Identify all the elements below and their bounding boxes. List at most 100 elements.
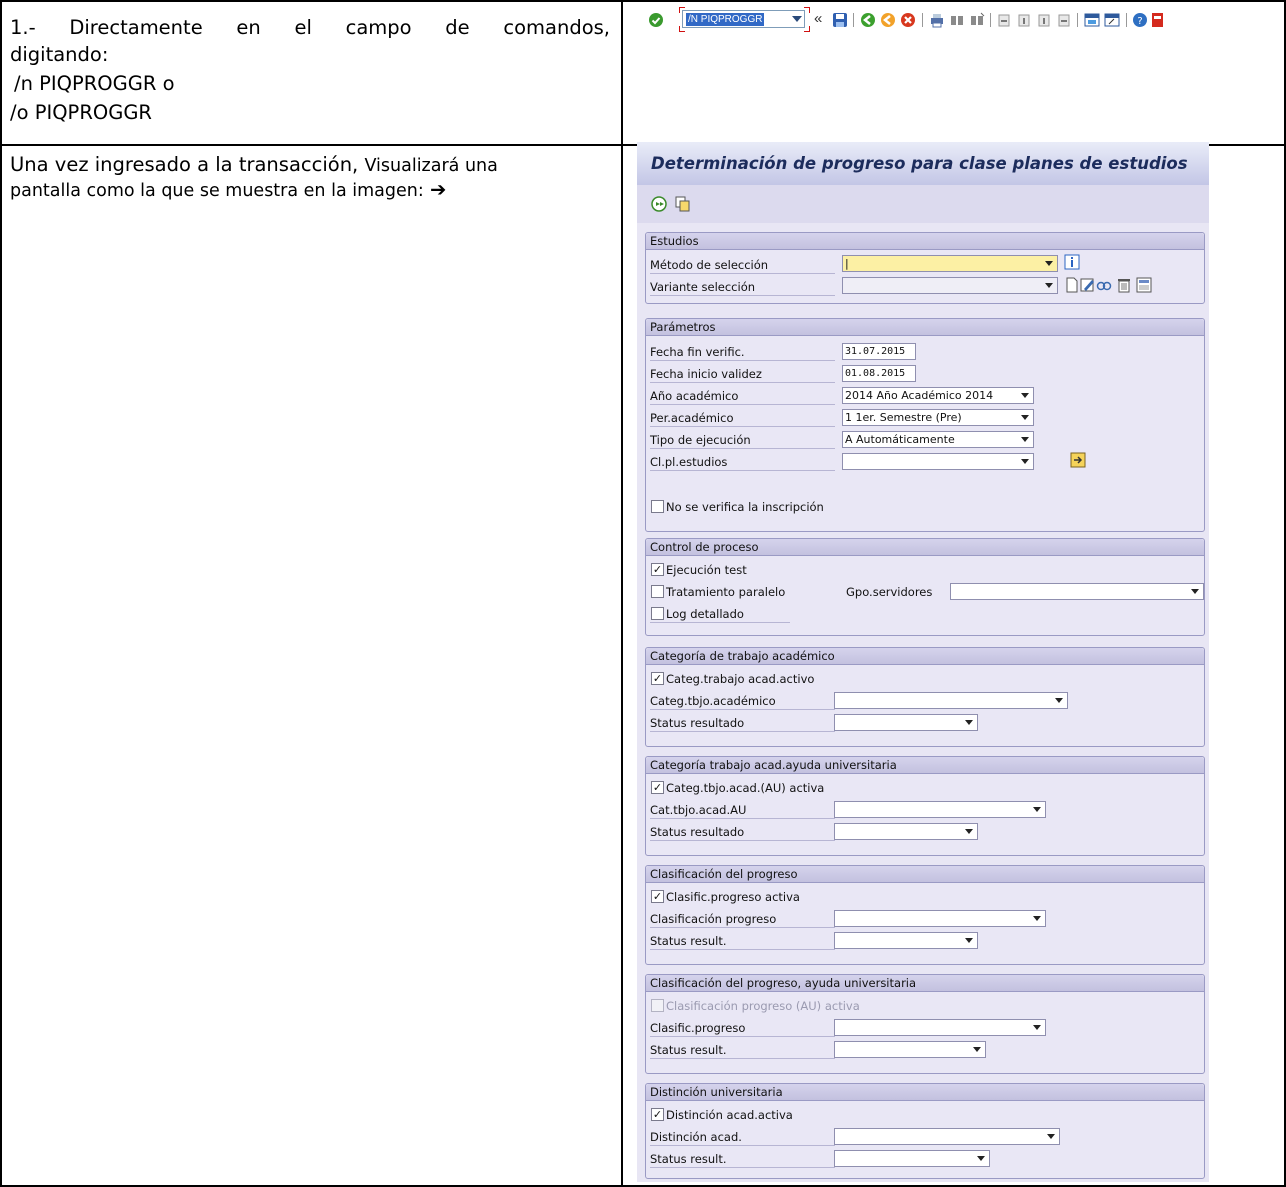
categ-tbjo-select[interactable] bbox=[834, 692, 1068, 709]
anio-academico-select[interactable]: 2014 Año Académico 2014 bbox=[842, 387, 1034, 404]
label-underline bbox=[650, 949, 835, 950]
anio-academico-label: Año académico bbox=[650, 389, 739, 403]
instruction-line-4: /o PIQPROGGR bbox=[10, 101, 152, 124]
new-session-icon[interactable] bbox=[1084, 12, 1100, 28]
change-icon[interactable] bbox=[1080, 277, 1096, 293]
categ-tbjo-label: Categ.tbjo.académico bbox=[650, 694, 776, 708]
status-resultado-au-label: Status resultado bbox=[650, 825, 745, 839]
group-clasificacion: Clasificación del progreso ✓ Clasific.pr… bbox=[645, 865, 1205, 965]
status-resultado-select[interactable] bbox=[834, 714, 978, 731]
group-title: Clasificación del progreso bbox=[646, 866, 1204, 883]
focus-corner-icon bbox=[804, 26, 810, 32]
command-field[interactable]: /N PIQPROGGR bbox=[682, 10, 805, 28]
first-page-icon[interactable] bbox=[996, 12, 1012, 28]
save-variant-icon[interactable] bbox=[1136, 277, 1152, 293]
clasific-au-activa-checkbox bbox=[651, 999, 664, 1012]
help-icon[interactable]: ? bbox=[1132, 12, 1148, 28]
status-result-dist-select[interactable] bbox=[834, 1150, 990, 1167]
ejecucion-test-checkbox[interactable]: ✓ bbox=[651, 563, 664, 576]
instruction-text-b: Visualizará una bbox=[364, 156, 498, 176]
status-result-label: Status result. bbox=[650, 934, 727, 948]
label-underline bbox=[650, 360, 835, 361]
cancel-icon[interactable] bbox=[900, 12, 916, 28]
toolbar-separator bbox=[853, 13, 854, 27]
per-academico-label: Per.académico bbox=[650, 411, 734, 425]
command-field-value: /N PIQPROGGR bbox=[686, 13, 765, 26]
more-icon[interactable]: « bbox=[814, 10, 822, 27]
fecha-inicio-input[interactable]: 01.08.2015 bbox=[842, 365, 916, 382]
instruction-text-a: Una vez ingresado a la transacción, bbox=[10, 153, 359, 176]
distincion-activa-checkbox[interactable]: ✓ bbox=[651, 1108, 664, 1121]
clasific-progreso-au-select[interactable] bbox=[834, 1019, 1046, 1036]
variante-seleccion-select[interactable] bbox=[842, 277, 1058, 294]
status-result-select[interactable] bbox=[834, 932, 978, 949]
screen-title: Determinación de progreso para clase pla… bbox=[651, 154, 1188, 173]
table-top-border bbox=[0, 0, 1286, 2]
log-detallado-checkbox[interactable] bbox=[651, 607, 664, 620]
variante-seleccion-label: Variante selección bbox=[650, 280, 756, 294]
distincion-acad-label: Distinción acad. bbox=[650, 1130, 742, 1144]
save-icon[interactable] bbox=[832, 12, 848, 28]
label-underline bbox=[650, 382, 835, 383]
categ-activo-checkbox[interactable]: ✓ bbox=[651, 672, 664, 685]
focus-corner-icon bbox=[804, 7, 810, 13]
prev-page-icon[interactable] bbox=[1016, 12, 1032, 28]
group-distincion: Distinción universitaria ✓ Distinción ac… bbox=[645, 1083, 1205, 1179]
right-arrow-icon: ➔ bbox=[429, 178, 447, 201]
enter-icon[interactable] bbox=[648, 12, 664, 28]
find-icon[interactable] bbox=[949, 12, 965, 28]
exit-icon[interactable] bbox=[880, 12, 896, 28]
print-icon[interactable] bbox=[929, 12, 945, 28]
sap-screen: Determinación de progreso para clase pla… bbox=[637, 142, 1209, 1182]
back-icon[interactable] bbox=[860, 12, 876, 28]
label-underline bbox=[650, 709, 835, 710]
fecha-fin-input[interactable]: 31.07.2015 bbox=[842, 343, 916, 360]
next-page-icon[interactable] bbox=[1036, 12, 1052, 28]
per-academico-select[interactable]: 1 1er. Semestre (Pre) bbox=[842, 409, 1034, 426]
label-underline bbox=[650, 840, 835, 841]
group-categoria-au: Categoría trabajo acad.ayuda universitar… bbox=[645, 756, 1205, 856]
multiple-selection-icon[interactable] bbox=[1070, 452, 1086, 468]
table-column-divider bbox=[621, 0, 623, 1187]
group-title: Categoría de trabajo académico bbox=[646, 648, 1204, 665]
label-underline bbox=[650, 295, 835, 296]
group-title: Distinción universitaria bbox=[646, 1084, 1204, 1101]
no-verifica-checkbox[interactable] bbox=[651, 500, 664, 513]
shortcut-icon[interactable] bbox=[1104, 12, 1120, 28]
distincion-activa-label: Distinción acad.activa bbox=[666, 1108, 793, 1122]
sap-system-toolbar: /N PIQPROGGR « ? bbox=[644, 4, 1284, 34]
customize-icon[interactable] bbox=[1150, 12, 1166, 28]
clasificacion-progreso-select[interactable] bbox=[834, 910, 1046, 927]
label-underline bbox=[650, 622, 790, 623]
no-verifica-label: No se verifica la inscripción bbox=[666, 500, 824, 514]
get-variant-icon[interactable] bbox=[675, 196, 691, 212]
tipo-ejecucion-select[interactable]: A Automáticamente bbox=[842, 431, 1034, 448]
focus-corner-icon bbox=[679, 26, 685, 32]
group-clasificacion-au: Clasificación del progreso, ayuda univer… bbox=[645, 974, 1205, 1074]
toolbar-separator bbox=[1077, 13, 1078, 27]
display-icon[interactable] bbox=[1096, 277, 1112, 293]
create-icon[interactable] bbox=[1064, 277, 1080, 293]
distincion-acad-select[interactable] bbox=[834, 1128, 1060, 1145]
clpl-estudios-select[interactable] bbox=[842, 453, 1034, 470]
tratamiento-paralelo-checkbox[interactable] bbox=[651, 585, 664, 598]
last-page-icon[interactable] bbox=[1056, 12, 1072, 28]
instruction-cell-2: Una vez ingresado a la transacción, Visu… bbox=[10, 153, 615, 203]
chevron-down-icon[interactable] bbox=[792, 16, 802, 22]
categ-au-activo-checkbox[interactable]: ✓ bbox=[651, 781, 664, 794]
gpo-servidores-select[interactable] bbox=[950, 583, 1204, 600]
categ-au-activo-label: Categ.tbjo.acad.(AU) activa bbox=[666, 781, 825, 795]
group-parametros: Parámetros Fecha fin verific. 31.07.2015… bbox=[645, 318, 1205, 532]
status-resultado-au-select[interactable] bbox=[834, 823, 978, 840]
table-left-border bbox=[0, 0, 2, 1187]
execute-icon[interactable] bbox=[651, 196, 667, 212]
log-detallado-label: Log detallado bbox=[666, 607, 744, 621]
delete-icon[interactable] bbox=[1116, 277, 1132, 293]
instruction-cell-1: 1.- Directamente en el campo de comandos… bbox=[10, 16, 610, 125]
clasific-activa-checkbox[interactable]: ✓ bbox=[651, 890, 664, 903]
find-next-icon[interactable] bbox=[969, 12, 985, 28]
status-result-au-select[interactable] bbox=[834, 1041, 986, 1058]
cat-tbjo-au-select[interactable] bbox=[834, 801, 1046, 818]
info-icon[interactable] bbox=[1064, 254, 1080, 270]
metodo-seleccion-select[interactable]: | bbox=[842, 255, 1058, 272]
